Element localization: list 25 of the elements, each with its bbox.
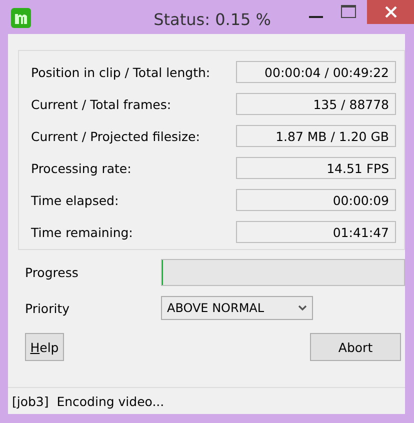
stat-label: Position in clip / Total length: <box>31 64 210 80</box>
app-logo-icon <box>11 8 31 28</box>
stat-value: 00:00:09 <box>236 189 396 211</box>
priority-label: Priority <box>25 300 70 316</box>
stat-value: 01:41:47 <box>236 221 396 243</box>
stat-value: 00:00:04 / 00:49:22 <box>236 61 396 83</box>
stat-label: Time remaining: <box>31 224 133 240</box>
priority-dropdown[interactable]: ABOVE NORMAL <box>161 296 313 320</box>
progress-label: Progress <box>25 265 80 280</box>
abort-button[interactable]: Abort <box>310 333 401 361</box>
help-button[interactable]: Help <box>25 333 64 361</box>
chevron-down-icon <box>298 305 307 311</box>
stat-value: 1.87 MB / 1.20 GB <box>236 125 396 147</box>
maximize-icon <box>341 5 357 19</box>
stat-label: Time elapsed: <box>31 192 119 208</box>
close-button[interactable] <box>367 0 414 24</box>
minimize-icon <box>309 16 323 18</box>
window-title: Status: 0.15 % <box>154 8 271 28</box>
stat-value: 14.51 FPS <box>236 157 396 179</box>
stat-label: Current / Projected filesize: <box>31 128 200 144</box>
status-text: [job3] Encoding video... <box>12 394 164 408</box>
stat-value: 135 / 88778 <box>236 93 396 115</box>
stat-label: Current / Total frames: <box>31 96 172 112</box>
stat-label: Processing rate: <box>31 160 132 176</box>
close-icon <box>384 6 396 18</box>
